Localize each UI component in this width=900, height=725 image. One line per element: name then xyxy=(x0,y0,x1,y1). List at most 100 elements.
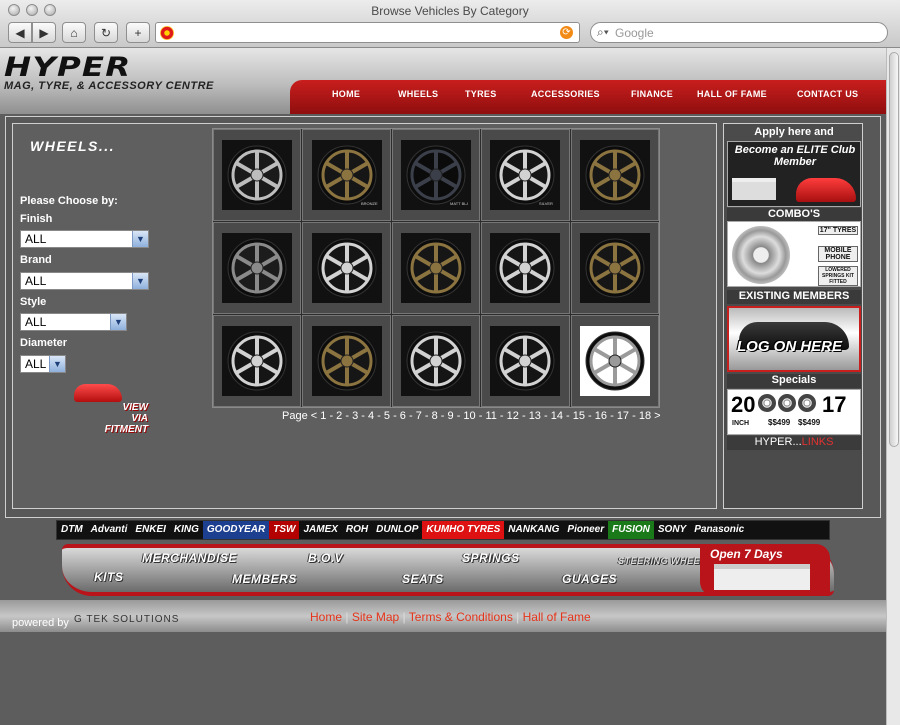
banner-springs[interactable]: SPRINGS xyxy=(462,551,520,565)
banner-merchandise[interactable]: MERCHANDISE xyxy=(142,551,237,565)
style-value: ALL xyxy=(25,315,47,329)
back-button[interactable]: ◀ xyxy=(8,22,32,43)
svg-text:SILVER: SILVER xyxy=(539,201,553,206)
banner-members[interactable]: MEMBERS xyxy=(232,572,297,586)
hyper-links[interactable]: HYPER...LINKS xyxy=(727,436,861,450)
brand-logo[interactable]: TSW xyxy=(269,521,300,539)
address-bar[interactable]: ⟳ xyxy=(155,22,580,43)
finish-select[interactable]: ALL ▼ xyxy=(20,230,149,248)
wheel-thumbnail[interactable] xyxy=(213,222,302,314)
wheel-rim-icon xyxy=(406,238,466,298)
wheel-thumbnail[interactable] xyxy=(481,222,570,314)
brand-logo[interactable]: Pioneer xyxy=(563,521,609,539)
next-page-link[interactable]: > xyxy=(654,410,660,422)
wheel-thumbnail[interactable] xyxy=(213,129,302,221)
brand-logo[interactable]: NANKANG xyxy=(504,521,564,539)
rss-icon[interactable]: ⟳ xyxy=(560,26,573,39)
brand-select[interactable]: ALL ▼ xyxy=(20,272,149,290)
home-button[interactable]: ⌂ xyxy=(62,22,86,43)
prev-page-link[interactable]: < xyxy=(311,410,317,422)
nav-contact-us[interactable]: CONTACT US xyxy=(797,89,858,99)
specials-banner[interactable]: 20 17 INCH $$499 $$499 xyxy=(727,389,861,435)
nav-home[interactable]: HOME xyxy=(332,89,360,99)
brand-logo[interactable]: Panasonic xyxy=(690,521,749,539)
site-logo[interactable]: HYPER xyxy=(4,52,131,83)
main-nav: HOME WHEELS TYRES ACCESSORIES FINANCE HA… xyxy=(290,80,886,114)
brand-logo[interactable]: DTM xyxy=(57,521,87,539)
forward-button[interactable]: ▶ xyxy=(32,22,56,43)
vertical-scrollbar[interactable] xyxy=(886,48,900,725)
brand-logo[interactable]: GOODYEAR xyxy=(202,521,270,539)
existing-members-heading: EXISTING MEMBERS xyxy=(727,290,861,304)
page-link[interactable]: 18 xyxy=(639,410,651,422)
wheel-thumbnail[interactable]: SILVER xyxy=(481,129,570,221)
brand-logo[interactable]: Advanti xyxy=(86,521,132,539)
footer-link-hall-of-fame[interactable]: Hall of Fame xyxy=(523,610,591,624)
scrollbar-thumb[interactable] xyxy=(889,52,899,447)
nav-tyres[interactable]: TYRES xyxy=(465,89,497,99)
banner-guages[interactable]: GUAGES xyxy=(562,572,617,586)
wheel-rim-image xyxy=(732,226,790,284)
open-7-days-banner[interactable]: Open 7 Days xyxy=(700,544,830,596)
page-link[interactable]: 11 xyxy=(485,410,496,422)
pagination-label: Page xyxy=(282,410,308,422)
page-link[interactable]: 10 xyxy=(463,410,475,422)
nav-wheels[interactable]: WHEELS xyxy=(398,89,438,99)
page-link[interactable]: 12 xyxy=(507,410,519,422)
page-link[interactable]: 13 xyxy=(529,410,541,422)
store-image xyxy=(732,178,776,200)
style-select[interactable]: ALL ▼ xyxy=(20,313,127,331)
combos-banner[interactable]: 17" TYRES MOBILE PHONE LOWERED SPRINGS K… xyxy=(727,221,861,287)
page-link[interactable]: 17 xyxy=(617,410,629,422)
nav-hall-of-fame[interactable]: HALL OF FAME xyxy=(697,89,767,99)
wheel-thumbnail[interactable] xyxy=(391,315,481,407)
page-link[interactable]: 16 xyxy=(595,410,607,422)
log-on-text: LOG ON HERE xyxy=(737,338,843,355)
pagination: Page < 1 - 2 - 3 - 4 - 5 - 6 - 7 - 8 - 9… xyxy=(282,410,661,422)
diameter-select[interactable]: ALL ▼ xyxy=(20,355,66,373)
wheel-thumbnail[interactable] xyxy=(391,222,481,314)
banner-bov[interactable]: B.O.V xyxy=(308,551,343,565)
brand-logo[interactable]: FUSION xyxy=(608,521,654,539)
car-icon xyxy=(74,384,122,402)
wheel-rim-icon: BRONZE xyxy=(317,145,378,206)
brand-logo[interactable]: ROH xyxy=(341,521,373,539)
powered-by-brand[interactable]: G TEK SOLUTIONS xyxy=(74,614,179,625)
brand-logo[interactable]: DUNLOP xyxy=(372,521,423,539)
footer-link-site-map[interactable]: Site Map xyxy=(352,610,399,624)
nav-finance[interactable]: FINANCE xyxy=(631,89,673,99)
brand-logo[interactable]: SONY xyxy=(653,521,691,539)
footer-link-terms[interactable]: Terms & Conditions xyxy=(409,610,513,624)
wheel-thumbnail[interactable] xyxy=(213,315,302,407)
wheel-image xyxy=(579,326,650,396)
search-field[interactable]: ⌕▾ Google xyxy=(590,22,888,43)
wheel-rim-icon xyxy=(495,331,555,391)
wheel-rim-icon xyxy=(227,145,287,205)
wheel-thumbnail[interactable] xyxy=(481,315,570,407)
wheel-thumbnail[interactable] xyxy=(570,222,659,314)
wheel-thumbnail[interactable]: BRONZE xyxy=(302,129,391,221)
nav-accessories[interactable]: ACCESSORIES xyxy=(531,89,600,99)
reload-button[interactable]: ↻ xyxy=(94,22,118,43)
wheel-thumbnail[interactable] xyxy=(302,222,391,314)
banner-kits[interactable]: KITS xyxy=(94,570,123,584)
page-link[interactable]: 14 xyxy=(551,410,563,422)
brand-logo[interactable]: JAMEX xyxy=(299,521,342,539)
wheel-thumbnail[interactable] xyxy=(570,315,659,407)
brand-logo[interactable]: KUMHO TYRES xyxy=(422,521,505,539)
wheel-image xyxy=(222,140,293,210)
page-link[interactable]: 15 xyxy=(573,410,585,422)
view-via-fitment-button[interactable]: VIEW VIA FITMENT xyxy=(72,380,150,435)
wheel-thumbnail[interactable]: MATT BLACK xyxy=(391,129,481,221)
site-header: HYPER MAG, TYRE, & ACCESSORY CENTRE HOME… xyxy=(0,48,886,114)
elite-club-banner[interactable]: Become an ELITE Club Member xyxy=(727,141,861,207)
add-bookmark-button[interactable]: + xyxy=(126,22,150,43)
log-on-here-button[interactable]: LOG ON HERE xyxy=(727,306,861,372)
wheel-thumbnail[interactable] xyxy=(302,315,391,407)
banner-steering-wheels[interactable]: STEERING WHEELS xyxy=(618,556,713,566)
brand-logo[interactable]: KING xyxy=(169,521,203,539)
brand-logo[interactable]: ENKEI xyxy=(131,521,170,539)
banner-seats[interactable]: SEATS xyxy=(402,572,444,586)
footer-link-home[interactable]: Home xyxy=(310,610,342,624)
wheel-thumbnail[interactable] xyxy=(570,129,659,221)
